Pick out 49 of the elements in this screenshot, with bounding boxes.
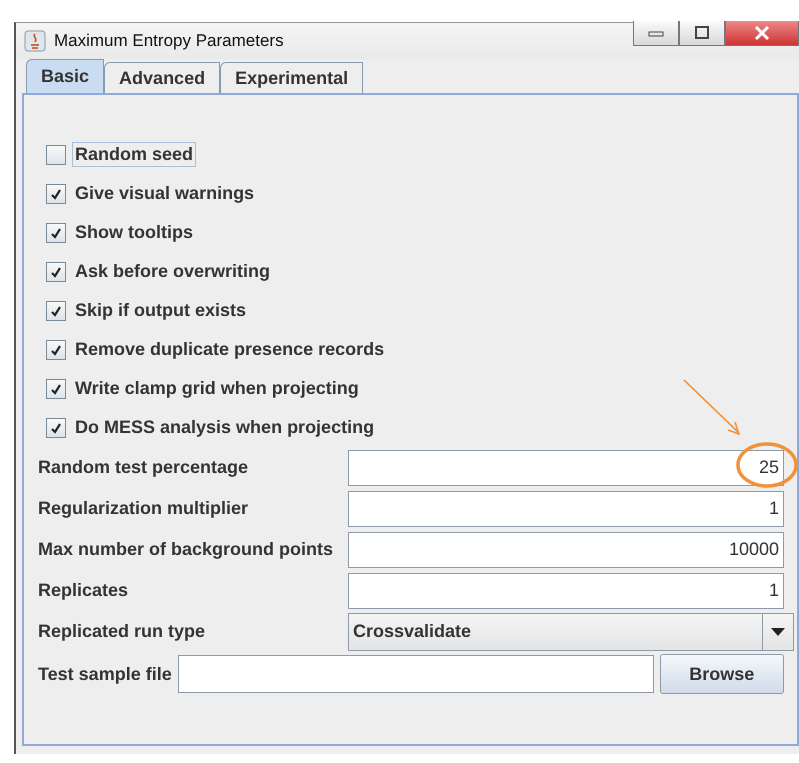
checkbox-label[interactable]: Skip if output exists	[72, 298, 250, 323]
annotation-arrow	[682, 378, 742, 436]
checkbox-label[interactable]: Show tooltips	[72, 220, 196, 245]
check-icon	[50, 422, 62, 434]
browse-button[interactable]: Browse	[660, 654, 784, 694]
close-icon	[754, 26, 770, 40]
checkbox[interactable]	[46, 184, 66, 204]
field-label: Replicates	[38, 580, 130, 601]
check-icon	[50, 188, 62, 200]
maximize-icon	[694, 26, 710, 40]
dropdown-arrow-icon	[771, 628, 785, 636]
checkbox[interactable]	[46, 144, 66, 164]
input-field[interactable]: 1	[348, 572, 784, 608]
checkbox[interactable]	[46, 300, 66, 320]
checkbox-label[interactable]: Do MESS analysis when projecting	[72, 415, 378, 440]
window-title: Maximum Entropy Parameters	[54, 31, 284, 51]
tab[interactable]: Advanced	[104, 62, 220, 93]
checkbox[interactable]	[46, 340, 66, 360]
check-icon	[50, 304, 62, 316]
checkbox-label[interactable]: Write clamp grid when projecting	[72, 376, 362, 401]
checkbox[interactable]	[46, 222, 66, 242]
check-icon	[50, 382, 62, 394]
tab[interactable]: Basic	[26, 59, 104, 93]
dropdown[interactable]: Crossvalidate	[348, 612, 794, 650]
checkbox-label[interactable]: Random seed	[72, 142, 196, 167]
tab[interactable]: Experimental	[220, 62, 364, 93]
checkbox-label[interactable]: Remove duplicate presence records	[72, 337, 388, 362]
input-field[interactable]	[178, 655, 654, 693]
close-button[interactable]	[725, 21, 799, 46]
input-field[interactable]: 10000	[348, 532, 784, 568]
checkbox-label[interactable]: Ask before overwriting	[72, 259, 274, 284]
app-icon	[24, 30, 46, 52]
maximize-button[interactable]	[679, 21, 725, 46]
checkbox[interactable]	[46, 378, 66, 398]
input-field[interactable]: 25	[348, 450, 784, 486]
field-label: Random test percentage	[38, 457, 250, 478]
check-icon	[50, 226, 62, 238]
minimize-button[interactable]	[633, 21, 679, 46]
checkbox[interactable]	[46, 418, 66, 438]
field-label: Test sample file	[38, 664, 172, 684]
field-label: Regularization multiplier	[38, 498, 250, 519]
checkbox-label[interactable]: Give visual warnings	[72, 181, 258, 206]
checkbox[interactable]	[46, 262, 66, 282]
input-field[interactable]: 1	[348, 490, 784, 526]
minimize-icon	[648, 29, 664, 37]
field-label: Replicated run type	[38, 621, 206, 642]
check-icon	[50, 344, 62, 356]
check-icon	[50, 266, 62, 278]
field-label: Max number of background points	[38, 539, 334, 560]
